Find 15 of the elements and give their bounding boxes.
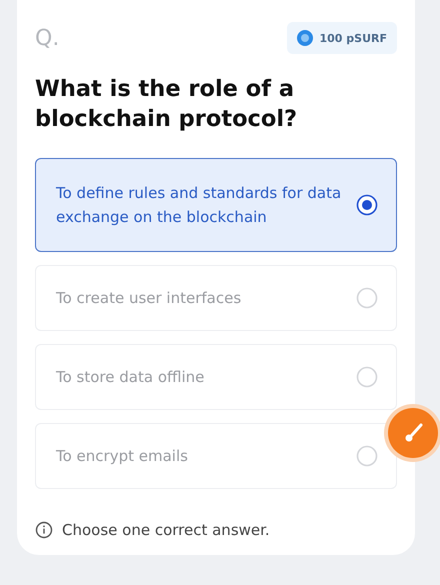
brush-button[interactable] (388, 408, 438, 458)
radio-icon (356, 445, 378, 467)
answer-option[interactable]: To create user interfaces (35, 265, 397, 331)
hint-text: Choose one correct answer. (62, 521, 270, 539)
question-label: Q. (35, 26, 60, 50)
radio-icon (356, 194, 378, 216)
question-text: What is the role of a blockchain protocol? (35, 75, 298, 134)
answer-option[interactable]: To store data offline (35, 344, 397, 410)
answer-option[interactable]: To encrypt emails (35, 423, 397, 489)
radio-icon (356, 287, 378, 309)
radio-icon (356, 366, 378, 388)
answer-option[interactable]: To define rules and standards for data exchange on the blockchain (35, 158, 397, 252)
reward-amount: 100 pSURF (319, 32, 387, 44)
coin-icon (297, 30, 314, 46)
info-icon (35, 521, 53, 539)
